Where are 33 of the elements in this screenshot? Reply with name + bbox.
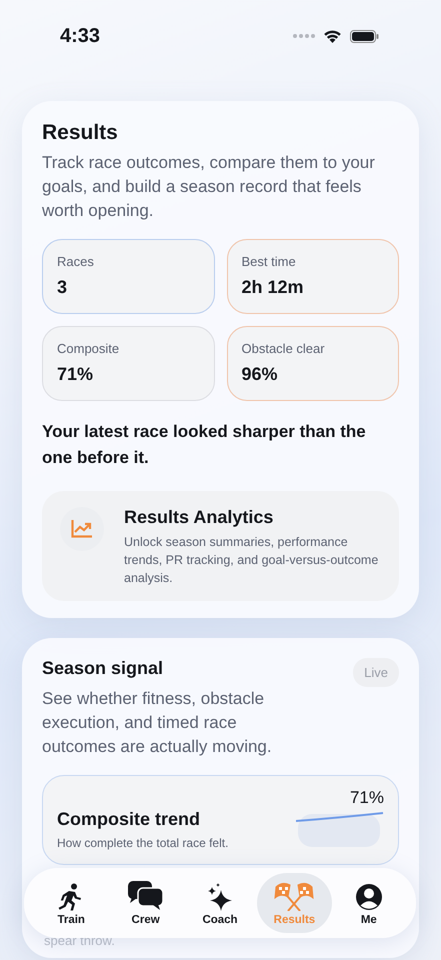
stat-value: 3	[57, 277, 68, 298]
trend-subtitle: How complete the total race felt.	[57, 836, 228, 850]
insight-text: Your latest race looked sharper than the one before it.	[42, 421, 367, 469]
trend-chart-icon	[71, 520, 93, 538]
promo-title: Results Analytics	[124, 507, 274, 528]
status-time: 4:33	[60, 24, 100, 48]
stat-value: 71%	[57, 364, 94, 385]
stat-label: Races	[57, 254, 95, 269]
chat-bubbles-icon	[128, 881, 164, 911]
sparkles-icon	[207, 883, 234, 911]
wifi-icon	[323, 29, 342, 43]
tab-item[interactable]: Me	[332, 873, 406, 933]
stat-label: Obstacle clear	[242, 341, 326, 356]
trend-title: Composite trend	[57, 809, 202, 830]
stat-label: Composite	[57, 341, 120, 356]
person-circle-icon	[354, 883, 383, 911]
promo-description: Unlock season summaries, performance trends, PR tracking, and goal-versus-outcome analysis.	[124, 534, 379, 587]
season-signal-description: See whether fitness, obstacle execution, and timed race outcomes are actually moving.	[42, 688, 273, 758]
analytics-promo-card[interactable]: Results Analytics Unlock season summaries, performance trends, PR tracking, and goal-versus-outcome analysis.	[42, 491, 399, 601]
results-description: Track race outcomes, compare them to your goals, and build a season record that feels worth opening.	[42, 152, 376, 222]
tab-item[interactable]: Coach	[182, 873, 258, 933]
signal-dots-icon	[293, 34, 315, 38]
checkered-flags-icon	[272, 881, 316, 911]
stat-label: Best time	[242, 254, 297, 269]
stat-value: 96%	[242, 364, 279, 385]
live-badge: Live	[353, 658, 399, 687]
trend-value: 71%	[350, 788, 384, 808]
stat-value: 2h 12m	[242, 277, 305, 298]
results-title: Results	[42, 121, 119, 145]
tab-item[interactable]: Crew	[108, 873, 183, 933]
battery-icon	[350, 30, 379, 42]
season-signal-title: Season signal	[42, 658, 164, 679]
tab-item[interactable]: Train	[34, 873, 108, 933]
